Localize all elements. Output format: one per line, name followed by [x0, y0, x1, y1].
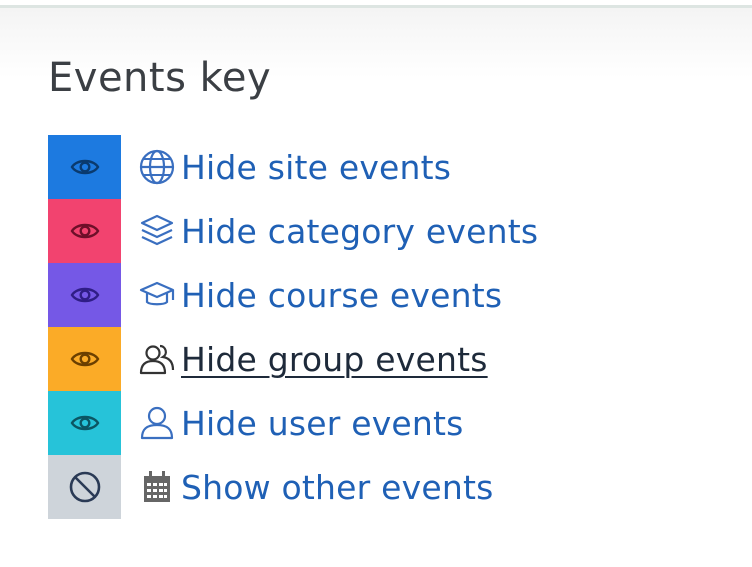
globe-icon	[137, 135, 177, 199]
event-label-course[interactable]: Hide course events	[181, 276, 502, 315]
event-row-site: Hide site events	[48, 135, 538, 199]
toggle-group-events[interactable]	[48, 327, 121, 391]
toggle-category-events[interactable]	[48, 199, 121, 263]
event-row-user: Hide user events	[48, 391, 538, 455]
event-label-other[interactable]: Show other events	[181, 468, 494, 507]
page-title: Events key	[48, 55, 272, 101]
layers-icon	[137, 199, 177, 263]
event-label-group[interactable]: Hide group events	[181, 340, 488, 379]
toggle-site-events[interactable]	[48, 135, 121, 199]
eye-icon	[70, 159, 99, 175]
users-icon	[137, 327, 177, 391]
events-list: Hide site events Hide category events Hi…	[48, 135, 538, 519]
user-icon	[137, 391, 177, 455]
event-row-group: Hide group events	[48, 327, 538, 391]
event-row-other: Show other events	[48, 455, 538, 519]
event-label-user[interactable]: Hide user events	[181, 404, 464, 443]
eye-icon	[70, 351, 99, 367]
graduation-cap-icon	[137, 263, 177, 327]
event-label-site[interactable]: Hide site events	[181, 148, 451, 187]
ban-icon	[69, 471, 100, 503]
calendar-icon	[137, 455, 177, 519]
event-row-category: Hide category events	[48, 199, 538, 263]
event-label-category[interactable]: Hide category events	[181, 212, 538, 251]
eye-icon	[70, 415, 99, 431]
event-row-course: Hide course events	[48, 263, 538, 327]
eye-icon	[70, 287, 99, 303]
toggle-user-events[interactable]	[48, 391, 121, 455]
toggle-course-events[interactable]	[48, 263, 121, 327]
toggle-other-events[interactable]	[48, 455, 121, 519]
top-border	[0, 0, 752, 8]
eye-icon	[70, 223, 99, 239]
